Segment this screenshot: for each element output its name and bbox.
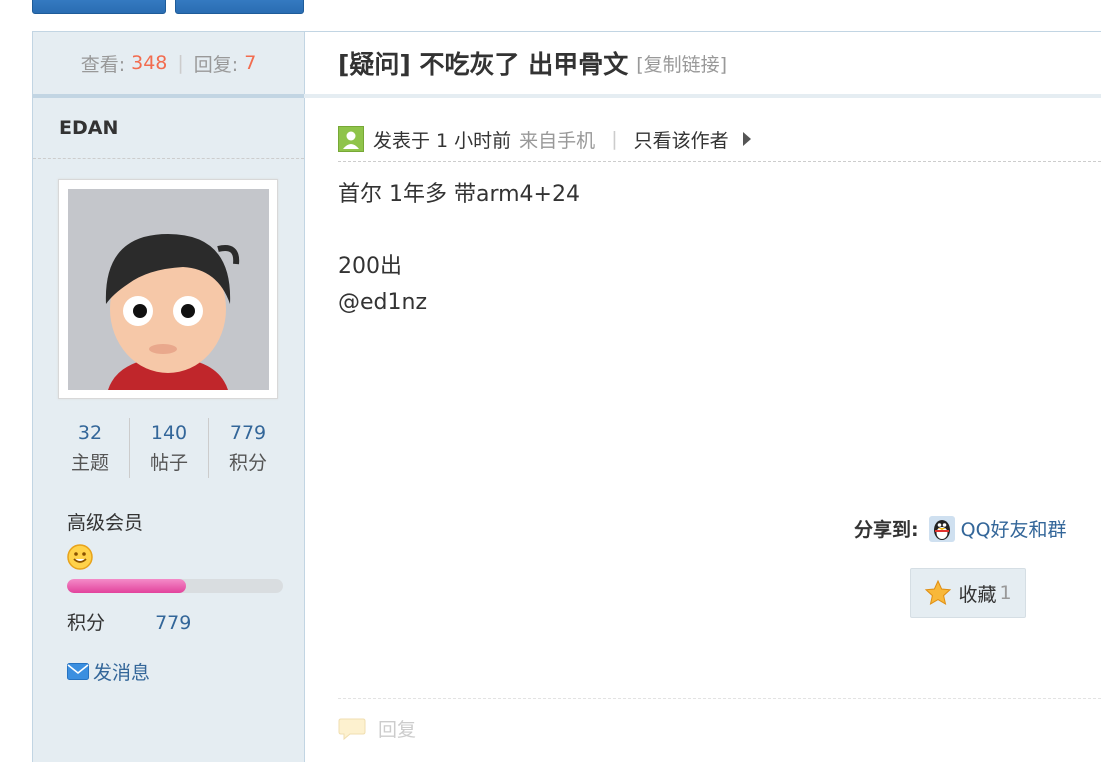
favorite-count: 1 (999, 582, 1012, 604)
post-footer: 回复 (338, 698, 1101, 759)
online-status-icon (338, 126, 364, 152)
meta-divider: | (611, 128, 618, 150)
posts-stat[interactable]: 140 帖子 (130, 418, 209, 478)
credit-label: 积分 (67, 612, 106, 634)
post-source: 来自手机 (519, 129, 596, 152)
send-message-link[interactable]: 发消息 (67, 658, 150, 685)
topics-label: 主题 (70, 452, 109, 474)
share-label: 分享到: (854, 519, 919, 541)
topics-stat[interactable]: 32 主题 (51, 418, 130, 478)
thread-stats: 查看: 348 | 回复: 7 (33, 32, 304, 98)
favorite-button[interactable]: 收藏 1 (910, 568, 1026, 618)
post-main: [疑问] 不吃灰了 出甲骨文 [复制链接] 发表于 1 小时前 来自手机 | 只… (304, 31, 1101, 762)
qq-penguin-icon[interactable] (928, 515, 955, 542)
user-level[interactable]: 高级会员 (67, 508, 143, 535)
posts-label: 帖子 (149, 452, 188, 474)
credit-value: 779 (155, 612, 192, 634)
post-meta: 发表于 1 小时前 来自手机 | 只看该作者 (338, 117, 1101, 162)
points-stat[interactable]: 779 积分 (209, 418, 287, 478)
user-stats: 32 主题 140 帖子 779 积分 (51, 418, 287, 478)
credit-row: 积分 779 (67, 608, 191, 635)
envelope-icon (67, 663, 89, 680)
points-label: 积分 (228, 452, 267, 474)
stats-divider: | (177, 52, 184, 74)
thread-title: [疑问] 不吃灰了 出甲骨文 (338, 50, 629, 79)
avatar[interactable] (58, 179, 278, 399)
reply-count: 7 (244, 52, 257, 74)
top-button-1[interactable] (32, 0, 166, 14)
triangle-right-icon[interactable] (742, 132, 751, 146)
star-icon (925, 579, 952, 606)
post-time: 发表于 1 小时前 (373, 129, 512, 152)
thread-header: [疑问] 不吃灰了 出甲骨文 [复制链接] (304, 32, 1101, 98)
posts-count[interactable]: 140 (130, 418, 208, 448)
level-progress-bar (67, 579, 283, 593)
avatar-image (68, 189, 269, 390)
reply-label[interactable]: 回复 (378, 715, 416, 742)
smiley-icon (67, 544, 93, 570)
send-message-label[interactable]: 发消息 (93, 658, 150, 685)
share-qq-link[interactable]: QQ好友和群 (961, 515, 1067, 542)
post-content: 首尔 1年多 带arm4+24 200出 @ed1nz (338, 177, 580, 321)
copy-link-button[interactable]: [复制链接] (636, 50, 727, 77)
view-count: 348 (131, 52, 168, 74)
post-line: 200出 (338, 254, 402, 279)
share-row: 分享到: QQ好友和群 (854, 515, 1067, 542)
post-line (338, 213, 580, 249)
view-label: 查看: (80, 53, 126, 76)
top-button-2[interactable] (175, 0, 304, 14)
post-line: @ed1nz (338, 290, 427, 315)
reply-button[interactable]: 回复 (338, 715, 416, 742)
level-progress-fill (67, 579, 186, 593)
topics-count[interactable]: 32 (51, 418, 129, 448)
favorite-label[interactable]: 收藏 (958, 580, 996, 607)
reply-label: 回复: (193, 53, 239, 76)
author-only-link[interactable]: 只看该作者 (634, 126, 729, 153)
speech-bubble-icon (338, 718, 366, 740)
author-sidebar: 查看: 348 | 回复: 7 EDAN 32 主题 140 帖子 779 积分… (32, 31, 305, 762)
points-count[interactable]: 779 (209, 418, 287, 448)
author-name[interactable]: EDAN (33, 98, 304, 159)
post-line: 首尔 1年多 带arm4+24 (338, 182, 580, 207)
